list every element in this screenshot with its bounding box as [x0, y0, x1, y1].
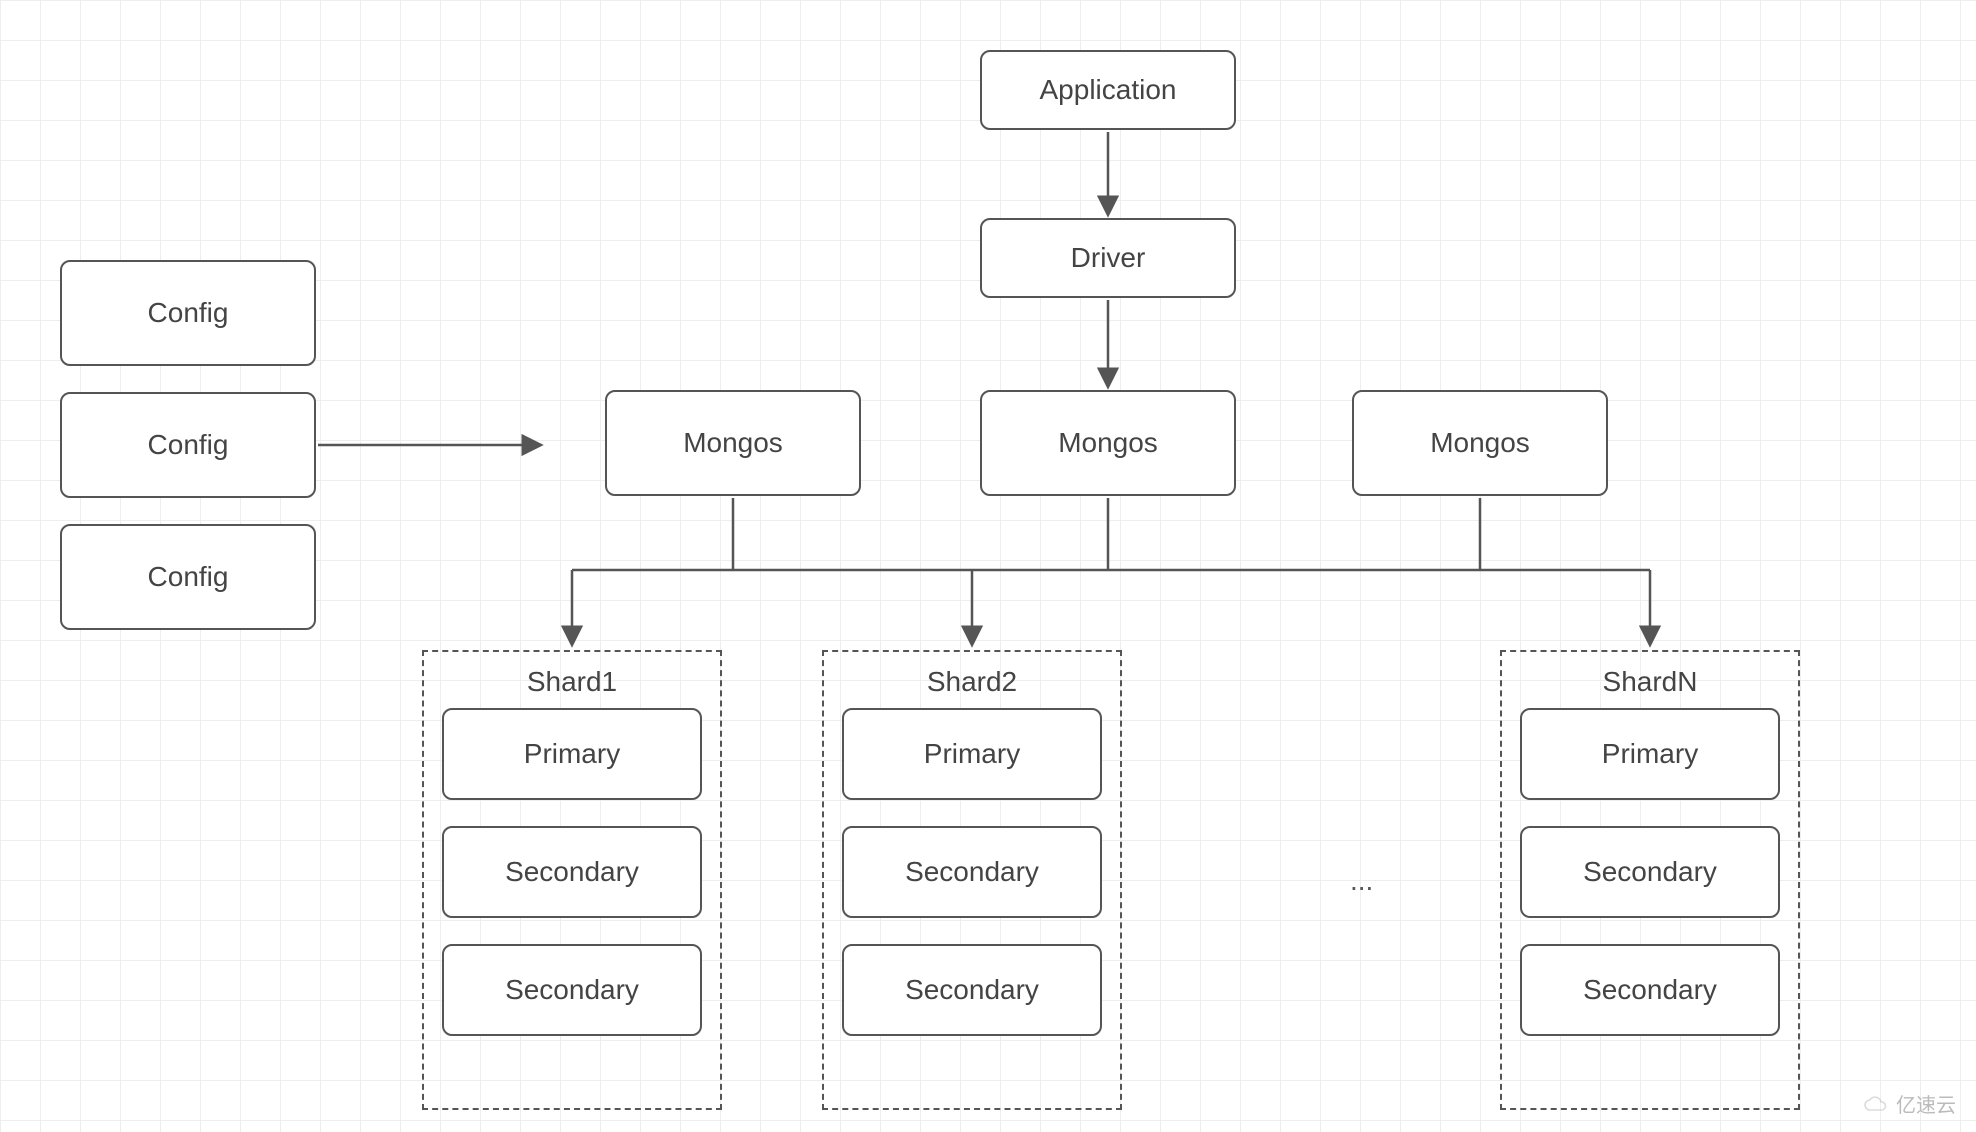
shard-0-member-1: Secondary — [442, 826, 702, 918]
node-mongos-0: Mongos — [605, 390, 861, 496]
shard-n-member-1: Secondary — [1520, 826, 1780, 918]
node-config-0: Config — [60, 260, 316, 366]
shard-1-member-0: Primary — [842, 708, 1102, 800]
shard-1-member-2-label: Secondary — [905, 974, 1039, 1006]
shard-n-member-2-label: Secondary — [1583, 974, 1717, 1006]
shard-0-member-0-label: Primary — [524, 738, 620, 770]
diagram-canvas: Application Driver Config Config Config … — [0, 0, 1976, 1132]
node-config-0-label: Config — [148, 297, 229, 329]
node-mongos-1-label: Mongos — [1058, 427, 1158, 459]
watermark: 亿速云 — [1862, 1089, 1956, 1118]
node-application-label: Application — [1040, 74, 1177, 106]
node-application: Application — [980, 50, 1236, 130]
shard-0-member-0: Primary — [442, 708, 702, 800]
shard-n-member-0-label: Primary — [1602, 738, 1698, 770]
shard-n-member-2: Secondary — [1520, 944, 1780, 1036]
watermark-text: 亿速云 — [1896, 1089, 1956, 1118]
node-driver-label: Driver — [1071, 242, 1146, 274]
node-mongos-1: Mongos — [980, 390, 1236, 496]
shard-n-label: ShardN — [1502, 666, 1798, 698]
shard-1-member-1-label: Secondary — [905, 856, 1039, 888]
shard-0: Shard1 Primary Secondary Secondary — [422, 650, 722, 1110]
node-mongos-2-label: Mongos — [1430, 427, 1530, 459]
node-mongos-0-label: Mongos — [683, 427, 783, 459]
cloud-icon — [1862, 1094, 1890, 1114]
shards-ellipsis: ... — [1350, 865, 1373, 897]
shard-0-member-2-label: Secondary — [505, 974, 639, 1006]
shard-n: ShardN Primary Secondary Secondary — [1500, 650, 1800, 1110]
node-mongos-2: Mongos — [1352, 390, 1608, 496]
shard-n-member-1-label: Secondary — [1583, 856, 1717, 888]
node-config-2: Config — [60, 524, 316, 630]
shard-n-member-0: Primary — [1520, 708, 1780, 800]
shard-0-member-1-label: Secondary — [505, 856, 639, 888]
node-driver: Driver — [980, 218, 1236, 298]
node-config-2-label: Config — [148, 561, 229, 593]
shard-1-label: Shard2 — [824, 666, 1120, 698]
node-config-1-label: Config — [148, 429, 229, 461]
shard-1-member-2: Secondary — [842, 944, 1102, 1036]
shard-1-member-0-label: Primary — [924, 738, 1020, 770]
node-config-1: Config — [60, 392, 316, 498]
shard-1-member-1: Secondary — [842, 826, 1102, 918]
shard-0-label: Shard1 — [424, 666, 720, 698]
shard-0-member-2: Secondary — [442, 944, 702, 1036]
shard-1: Shard2 Primary Secondary Secondary — [822, 650, 1122, 1110]
